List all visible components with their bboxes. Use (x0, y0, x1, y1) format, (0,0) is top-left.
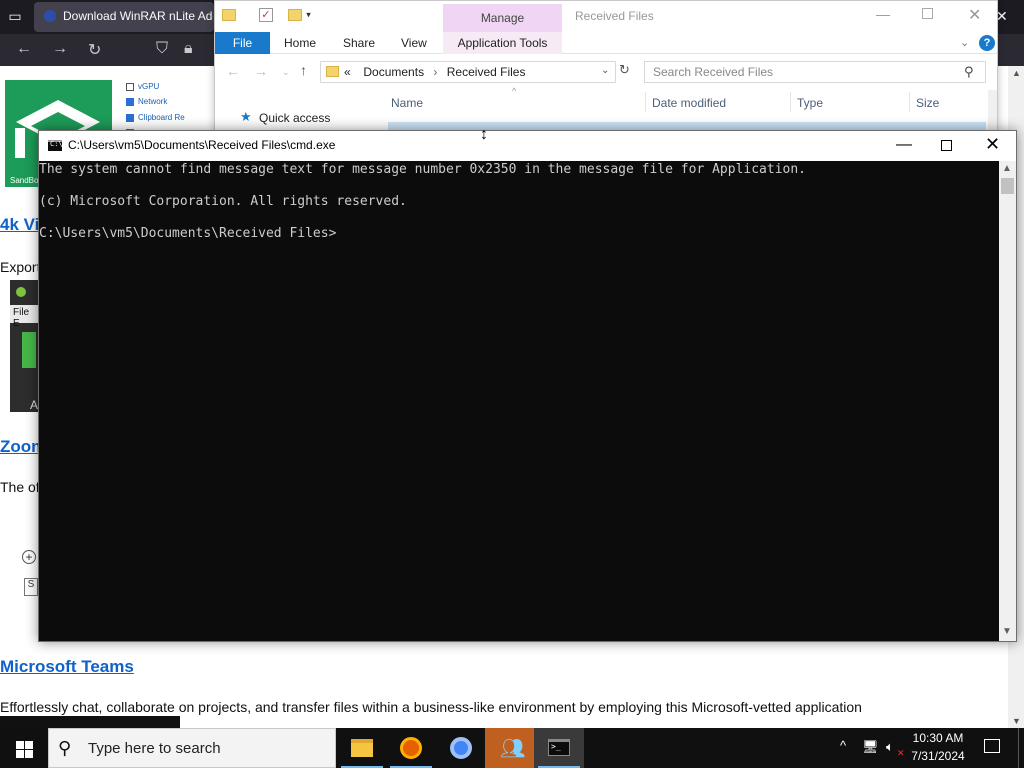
tab-manage[interactable]: Manage (443, 4, 562, 32)
checklist-item: Network (126, 97, 167, 106)
breadcrumb-separator-icon: › (433, 65, 438, 79)
tab-application-tools[interactable]: Application Tools (443, 32, 562, 54)
minimize-button[interactable]: — (876, 6, 890, 22)
tab-view[interactable]: View (401, 36, 427, 50)
resize-cursor-icon: ↕ (480, 126, 488, 143)
column-divider[interactable] (790, 92, 791, 112)
firefox-icon (400, 737, 422, 759)
app-screenshot-label: A (30, 398, 39, 412)
back-arrow-icon[interactable]: ← (16, 40, 32, 58)
console-scrollbar[interactable] (999, 161, 1016, 641)
reload-icon[interactable]: ↻ (88, 40, 101, 60)
article-text: Effortlessly chat, collaborate on projec… (0, 699, 862, 715)
notification-icon[interactable] (984, 739, 1000, 753)
breadcrumb-overflow[interactable]: « (344, 65, 351, 79)
column-header-size[interactable]: Size (916, 96, 939, 110)
column-divider[interactable] (909, 92, 910, 112)
tab-home[interactable]: Home (284, 36, 316, 50)
close-button[interactable]: ✕ (985, 134, 1000, 155)
column-divider[interactable] (645, 92, 646, 112)
back-arrow-icon[interactable]: ← (226, 63, 240, 79)
cmd-window-title: C:\Users\vm5\Documents\Received Files\cm… (68, 138, 336, 152)
address-dropdown-icon[interactable]: ⌄ (601, 65, 609, 76)
console-prompt[interactable]: C:\Users\vm5\Documents\Received Files> (39, 226, 336, 241)
page-footer-strip (0, 716, 180, 728)
cmd-prompt-glyph-icon: C:\ (50, 140, 63, 148)
properties-icon[interactable]: ✓ (258, 7, 273, 22)
customize-qat-icon[interactable]: ▾ (306, 9, 311, 19)
search-placeholder: Search Received Files (653, 65, 774, 79)
app-screenshot-panel (22, 332, 36, 368)
expand-icon[interactable]: + (22, 550, 36, 564)
console-output-line: (c) Microsoft Corporation. All rights re… (39, 194, 407, 209)
expand-ribbon-icon[interactable]: ⌄ (960, 36, 969, 49)
nav-quick-access[interactable]: Quick access (259, 111, 330, 125)
search-icon[interactable]: ⚲ (964, 64, 974, 80)
article-text: The of (0, 479, 40, 495)
clock-time[interactable]: 10:30 AM (902, 731, 974, 745)
help-button[interactable]: ? (979, 35, 995, 51)
chrome-icon (450, 737, 472, 759)
sort-ascending-icon: ^ (512, 86, 517, 96)
people-app-icon: 👥︎ (500, 738, 526, 760)
windows-logo-icon (16, 741, 24, 749)
explorer-window-title: Received Files (575, 9, 654, 23)
breadcrumb-item[interactable]: Received Files (447, 65, 526, 79)
article-heading[interactable]: Microsoft Teams (0, 657, 134, 677)
ribbon-tabs (215, 32, 997, 54)
breadcrumb[interactable]: « Documents › Received Files (344, 65, 525, 79)
network-icon[interactable]: 🖥︎ (862, 739, 879, 755)
browser-tab-title: Download WinRAR nLite Add (63, 9, 213, 23)
checkbox (126, 82, 134, 91)
tab-list-icon[interactable]: ▭ (6, 8, 24, 26)
app-logo-icon (16, 287, 26, 297)
star-icon: ★ (240, 109, 252, 124)
refresh-icon[interactable]: ↻ (619, 62, 633, 82)
new-folder-icon[interactable] (287, 8, 302, 21)
forward-arrow-icon[interactable]: → (254, 63, 268, 79)
show-hidden-icons-icon[interactable]: ^ (840, 738, 846, 753)
tab-file[interactable]: File (215, 32, 270, 54)
maximize-button[interactable] (941, 140, 952, 151)
console-output-line: The system cannot find message text for … (39, 162, 807, 177)
checklist-item: Clipboard Re (126, 113, 185, 122)
scroll-thumb[interactable] (1001, 178, 1014, 194)
shield-icon[interactable]: ⛉ (156, 40, 168, 58)
folder-icon (326, 66, 339, 77)
maximize-button[interactable] (922, 8, 933, 19)
checklist-item: vGPU (126, 82, 159, 91)
article-text: Export (0, 259, 41, 275)
article-heading[interactable]: 4k Vi (0, 215, 39, 235)
app-screenshot-menu: File E (10, 305, 40, 329)
column-header-type[interactable]: Type (797, 96, 823, 110)
quick-access-toolbar: ✓ ▾ (222, 6, 311, 24)
show-desktop-button[interactable] (1018, 728, 1024, 768)
column-header-name[interactable]: Name (391, 96, 423, 110)
scroll-down-icon[interactable]: ▼ (1002, 626, 1012, 637)
lock-icon[interactable]: 🔒︎ (184, 40, 193, 58)
up-arrow-icon[interactable]: ↑ (300, 62, 307, 78)
taskbar-search-placeholder: Type here to search (88, 740, 221, 757)
thumbnail-label: SandBo (10, 176, 39, 185)
column-header-date-modified[interactable]: Date modified (652, 96, 726, 110)
checkbox (126, 113, 134, 122)
file-explorer-icon (351, 739, 373, 757)
search-icon: ⚲ (58, 738, 72, 758)
volume-icon[interactable]: 🔈︎ (886, 739, 894, 755)
box-icon[interactable]: S (24, 578, 38, 596)
minimize-button[interactable]: — (896, 136, 912, 154)
site-favicon-icon (44, 10, 56, 22)
scroll-up-icon[interactable]: ▲ (1002, 163, 1012, 174)
forward-arrow-icon[interactable]: → (52, 40, 68, 58)
recent-locations-icon[interactable]: ⌄ (282, 67, 290, 78)
start-button[interactable] (0, 728, 48, 768)
breadcrumb-item[interactable]: Documents (363, 65, 424, 79)
folder-icon[interactable] (222, 8, 236, 21)
checkbox (126, 97, 134, 106)
clock-date[interactable]: 7/31/2024 (902, 749, 974, 763)
close-button[interactable]: ✕ (968, 5, 981, 25)
file-list-scrollbar[interactable] (988, 90, 997, 134)
command-prompt-icon: >_ (548, 739, 570, 756)
tab-share[interactable]: Share (343, 36, 375, 50)
